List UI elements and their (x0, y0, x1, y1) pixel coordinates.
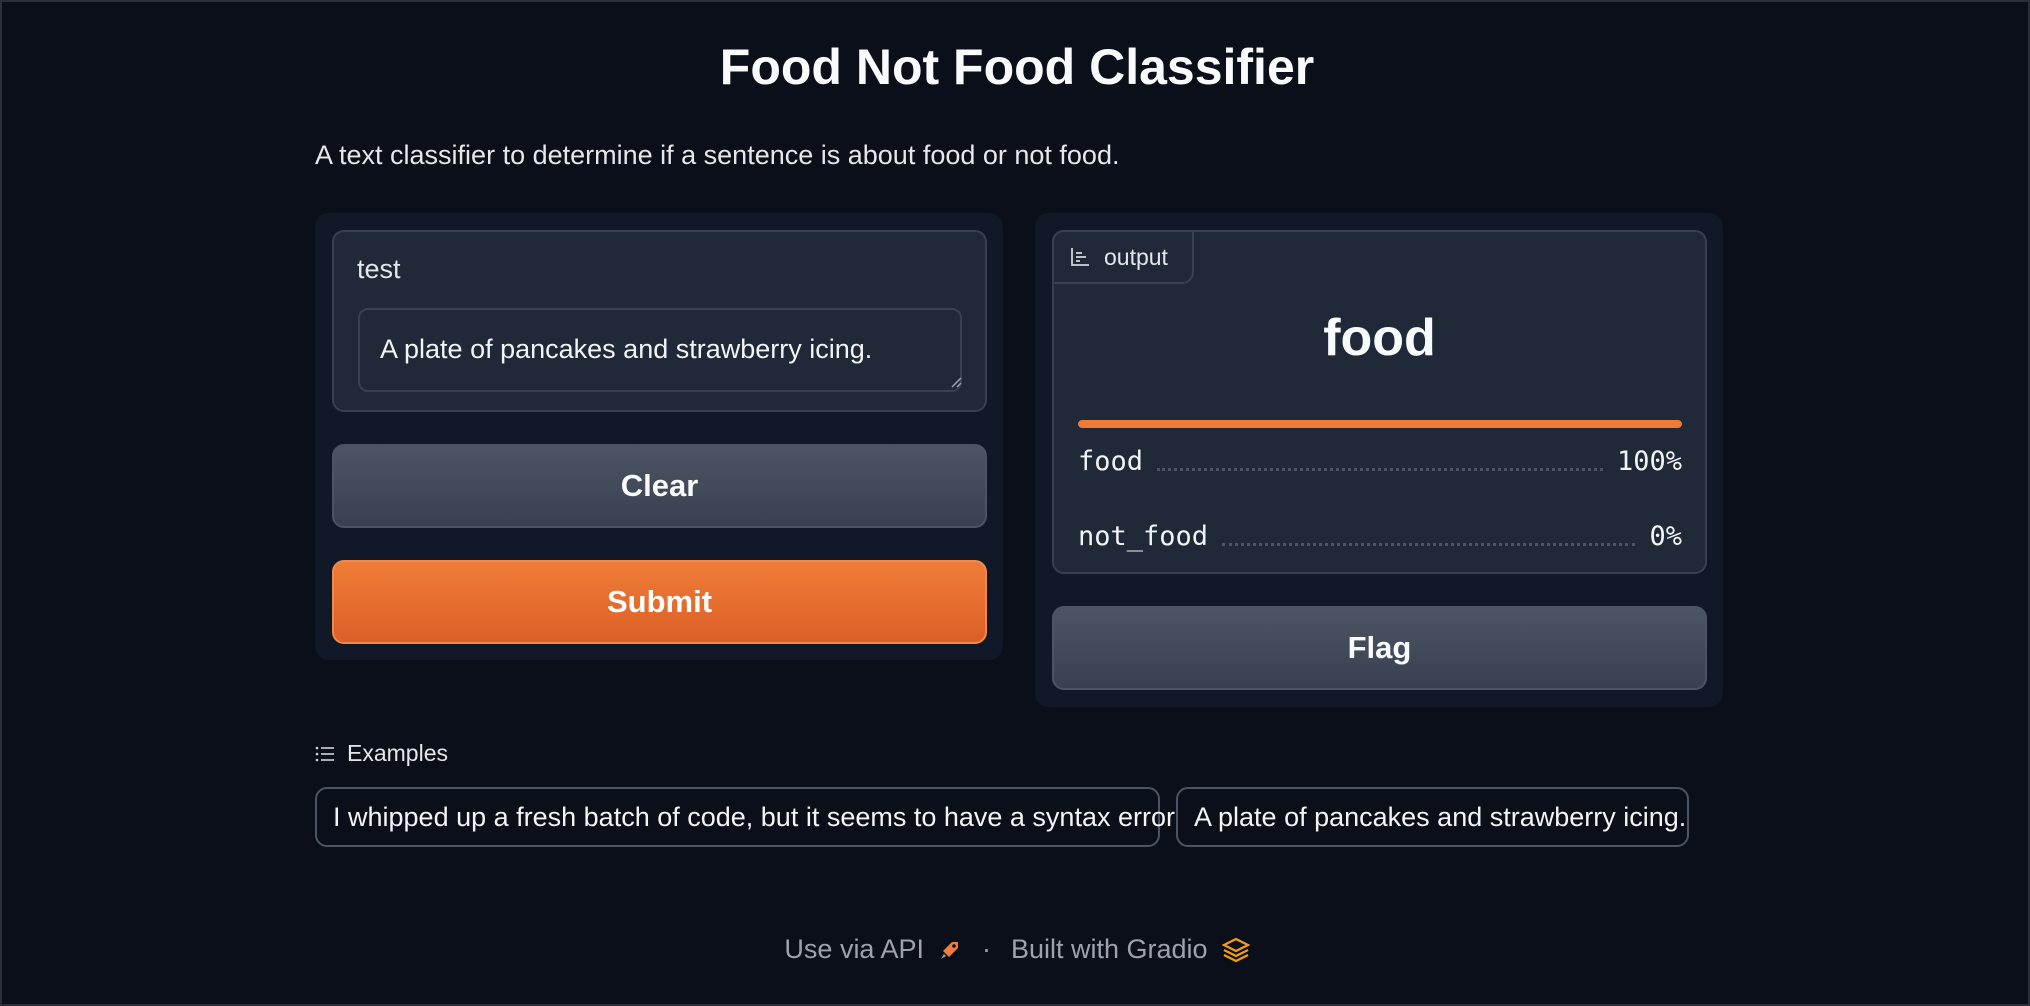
input-panel: test A plate of pancakes and strawberry … (315, 213, 1003, 660)
page-description: A text classifier to determine if a sent… (315, 140, 1120, 170)
page-title: Food Not Food Classifier (719, 39, 1315, 95)
dotted-leader (1222, 542, 1636, 546)
footer-separator: · (981, 934, 991, 964)
confidence-row-not-food[interactable]: not_food 0% (1078, 516, 1682, 556)
label-output-block: output food food 100% not_food 0% (1052, 230, 1707, 574)
submit-button[interactable]: Submit (332, 560, 987, 644)
example-item[interactable]: I whipped up a fresh batch of code, but … (315, 787, 1175, 847)
flag-button[interactable]: Flag (1052, 606, 1707, 690)
built-with-gradio-link[interactable]: Built with Gradio (1011, 934, 1250, 965)
textbox-block: test A plate of pancakes and strawberry … (332, 230, 987, 412)
built-with-label: Built with Gradio (1010, 934, 1208, 964)
confidence-bar (1078, 420, 1682, 428)
output-tag: output (1052, 230, 1194, 284)
examples-header: Examples (315, 740, 448, 767)
footer: Use via API · Built with Gradio (2, 934, 2030, 965)
confidence-row-food[interactable]: food 100% (1078, 441, 1682, 481)
examples-label: Examples (347, 740, 448, 766)
confidence-label: food (1078, 445, 1144, 477)
output-panel: output food food 100% not_food 0% Flag (1035, 213, 1723, 707)
predicted-label: food (1323, 309, 1436, 367)
resize-handle-icon[interactable] (950, 376, 962, 388)
confidence-value: 0% (1649, 520, 1682, 552)
output-tag-label: output (1104, 243, 1168, 270)
rocket-icon (940, 941, 958, 959)
bar-chart-icon (1071, 248, 1089, 266)
text-input[interactable]: A plate of pancakes and strawberry icing… (358, 308, 962, 392)
list-icon (315, 746, 334, 761)
dotted-leader (1157, 467, 1603, 471)
example-item[interactable]: A plate of pancakes and strawberry icing… (1176, 787, 1689, 847)
confidence-value: 100% (1616, 445, 1682, 477)
clear-button[interactable]: Clear (332, 444, 987, 528)
confidence-label: not_food (1078, 520, 1209, 552)
use-via-api-link[interactable]: Use via API (784, 934, 962, 965)
gradio-logo-icon (1221, 937, 1250, 962)
textbox-label: test (357, 254, 401, 284)
api-link-label: Use via API (784, 934, 924, 964)
confidence-bar-fill (1078, 420, 1682, 428)
